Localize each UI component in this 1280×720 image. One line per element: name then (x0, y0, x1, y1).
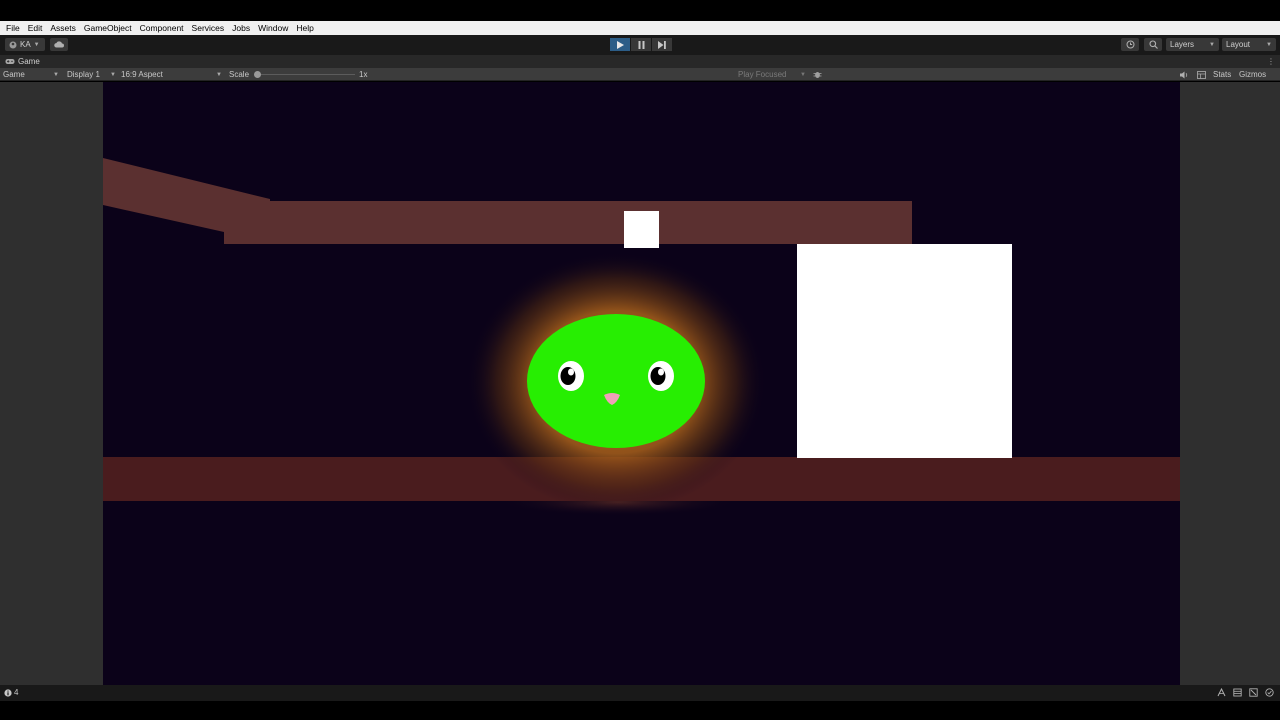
menu-edit[interactable]: Edit (24, 21, 47, 35)
chevron-down-icon: ▼ (33, 41, 40, 48)
gizmos-button[interactable]: Gizmos (1239, 68, 1266, 81)
slime-right-highlight (658, 368, 664, 376)
aspect-dropdown[interactable]: 16:9 Aspect ▼ (121, 68, 222, 81)
step-icon (658, 40, 666, 49)
more-options-icon[interactable]: ⋮ (1267, 57, 1275, 66)
layout-dropdown[interactable]: Layout ▼ (1222, 38, 1276, 51)
window-tab-bar: Game ⋮ (0, 55, 1280, 68)
debug-icon[interactable] (1249, 688, 1258, 697)
menu-services[interactable]: Services (188, 21, 229, 35)
slime-player (527, 314, 705, 448)
play-focused-label: Play Focused (738, 70, 787, 79)
menu-help[interactable]: Help (292, 21, 317, 35)
speaker-icon (1180, 71, 1188, 78)
play-button[interactable] (610, 38, 630, 51)
mute-audio-button[interactable] (1180, 68, 1189, 81)
chevron-down-icon: ▼ (1266, 41, 1272, 48)
pause-button[interactable] (631, 38, 651, 51)
menu-file[interactable]: File (2, 21, 24, 35)
history-icon (1126, 40, 1134, 49)
chevron-down-icon: ▼ (800, 71, 806, 78)
cloud-icon (54, 41, 64, 48)
aspect-label: 16:9 Aspect (121, 70, 163, 79)
menu-window[interactable]: Window (254, 21, 292, 35)
layers-dropdown[interactable]: Layers ▼ (1166, 38, 1219, 51)
search-button[interactable] (1144, 38, 1162, 51)
account-label: KA (20, 40, 31, 49)
play-focused-dropdown[interactable]: Play Focused ▼ (738, 68, 806, 81)
console-count-value: 4 (14, 688, 19, 697)
menu-assets[interactable]: Assets (46, 21, 80, 35)
chevron-down-icon: ▼ (53, 71, 59, 78)
bottom-black-bar (0, 701, 1280, 720)
chevron-down-icon: ▼ (216, 71, 222, 78)
display-label: Display 1 (67, 70, 100, 79)
layout-label: Layout (1226, 40, 1251, 49)
cache-icon[interactable] (1233, 688, 1242, 697)
stats-button[interactable]: Stats (1213, 68, 1231, 81)
main-toolbar: KA ▼ Layers ▼ Layout ▼ (0, 35, 1280, 55)
tab-game[interactable]: Game (18, 57, 40, 66)
stats-toggle[interactable] (1197, 68, 1206, 81)
scale-value: 1x (359, 70, 368, 79)
menu-bar: File Edit Assets GameObject Component Se… (0, 21, 1280, 35)
game-scene (103, 82, 1180, 685)
game-render[interactable] (103, 82, 1180, 685)
progress-icon[interactable] (1217, 688, 1226, 697)
small-white-block (624, 211, 659, 248)
scale-slider-handle[interactable] (254, 71, 261, 78)
slime-body (527, 314, 705, 448)
large-white-block (797, 244, 1012, 458)
playback-controls (610, 38, 672, 51)
stats-icon (1197, 70, 1206, 79)
account-icon (9, 41, 17, 48)
play-icon (616, 40, 624, 49)
chevron-down-icon: ▼ (1209, 41, 1215, 48)
scale-slider-track[interactable] (258, 74, 355, 75)
search-icon (1148, 40, 1158, 49)
gamepad-icon (5, 59, 15, 64)
top-black-bar (0, 0, 1280, 21)
status-icons (1217, 688, 1274, 697)
bug-button[interactable] (813, 68, 822, 81)
chevron-down-icon: ▼ (110, 71, 116, 78)
menu-jobs[interactable]: Jobs (228, 21, 254, 35)
menu-gameobject[interactable]: GameObject (80, 21, 136, 35)
pause-icon (638, 40, 644, 49)
scale-label: Scale (229, 70, 250, 79)
display-dropdown[interactable]: Display 1 ▼ (67, 68, 116, 81)
check-icon[interactable] (1265, 688, 1274, 697)
menu-component[interactable]: Component (136, 21, 188, 35)
info-icon (4, 688, 12, 697)
cloud-button[interactable] (50, 38, 68, 51)
bug-icon (813, 72, 822, 78)
console-count[interactable]: 4 (4, 688, 18, 697)
mode-dropdown[interactable]: Game ▼ (3, 68, 59, 81)
step-button[interactable] (652, 38, 672, 51)
game-view-toolbar: Game ▼ Display 1 ▼ 16:9 Aspect ▼ Scale 1… (0, 68, 1280, 81)
mode-label: Game (3, 70, 25, 79)
status-bar: 4 (0, 685, 1280, 701)
account-dropdown[interactable]: KA ▼ (5, 38, 45, 51)
slime-left-highlight (568, 368, 574, 376)
layers-label: Layers (1170, 40, 1195, 49)
history-button[interactable] (1121, 38, 1139, 51)
